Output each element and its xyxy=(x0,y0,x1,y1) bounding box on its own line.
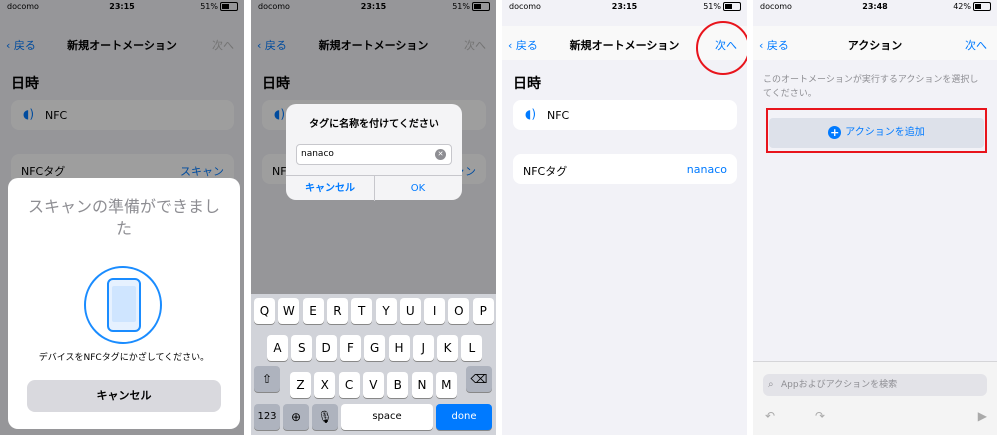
backspace-key[interactable]: ⌫ xyxy=(466,366,492,392)
search-icon: ⌕ xyxy=(768,379,774,390)
key-o[interactable]: O xyxy=(448,298,470,324)
alert-cancel-button[interactable]: キャンセル xyxy=(286,176,375,201)
key-i[interactable]: I xyxy=(424,298,446,324)
alert-button-row: キャンセル OK xyxy=(286,175,462,201)
key-z[interactable]: Z xyxy=(290,372,311,398)
keyboard: QWERTYUIOP ASDFGHJKL ZXCVBNM ⇧ ⌫ 123 ⊕ 🎙 s… xyxy=(251,294,496,435)
nfc-tag-cell[interactable]: NFCタグ nanaco xyxy=(513,154,737,184)
key-l[interactable]: L xyxy=(461,335,483,361)
page-title: アクション xyxy=(847,39,903,52)
key-u[interactable]: U xyxy=(399,298,421,324)
nfc-trigger-cell[interactable]: ◖) NFC xyxy=(513,100,737,130)
key-f[interactable]: F xyxy=(339,335,361,361)
key-n[interactable]: N xyxy=(411,372,433,398)
nfc-tag-label: NFCタグ xyxy=(523,165,568,178)
screen-actions: docomo 23:48 42% ‹ 戻る アクション 次へ このオートメーショ… xyxy=(753,0,997,435)
key-x[interactable]: X xyxy=(314,372,336,398)
tag-name-value: nanaco xyxy=(301,149,334,159)
key-r[interactable]: R xyxy=(326,298,348,324)
battery-icon xyxy=(723,2,741,11)
space-key[interactable]: space xyxy=(341,404,433,430)
key-j[interactable]: J xyxy=(412,335,434,361)
key-e[interactable]: E xyxy=(302,298,324,324)
name-alert: タグに名称を付けてください nanaco ✕ キャンセル OK xyxy=(286,104,462,201)
scan-heading: スキャンの準備ができました xyxy=(27,197,220,238)
scan-hint: デバイスをNFCタグにかざしてください。 xyxy=(38,353,210,363)
tag-name-input[interactable]: nanaco ✕ xyxy=(296,144,452,165)
search-placeholder: Appおよびアクションを検索 xyxy=(781,380,898,390)
key-a[interactable]: A xyxy=(267,335,288,361)
done-key[interactable]: done xyxy=(436,404,492,430)
key-q[interactable]: Q xyxy=(254,298,275,324)
nfc-label: NFC xyxy=(547,109,570,122)
key-c[interactable]: C xyxy=(338,372,360,398)
shift-key[interactable]: ⇧ xyxy=(254,366,280,392)
alert-title: タグに名称を付けてください xyxy=(309,119,439,130)
key-b[interactable]: B xyxy=(387,372,409,398)
key-h[interactable]: H xyxy=(388,335,410,361)
key-w[interactable]: W xyxy=(278,298,300,324)
section-heading: 日時 xyxy=(513,76,541,92)
cancel-button[interactable]: キャンセル xyxy=(27,380,221,412)
status-bar: docomo 23:48 42% xyxy=(753,0,997,14)
screen-name-tag: docomo 23:15 51% ‹ 戻る 新規オートメーション 次へ 日時 ◖… xyxy=(251,0,496,435)
play-icon[interactable]: ▶ xyxy=(978,409,987,423)
battery-indicator: 51% xyxy=(703,2,741,11)
battery-indicator: 42% xyxy=(953,2,991,11)
actions-description: このオートメーションが実行するアクションを選択してください。 xyxy=(763,75,979,99)
key-y[interactable]: Y xyxy=(375,298,397,324)
phone-scan-icon xyxy=(84,266,162,344)
nav-bar: ‹ 戻る アクション 次へ xyxy=(753,26,997,60)
globe-icon[interactable]: ⊕ xyxy=(283,404,309,430)
alert-ok-button[interactable]: OK xyxy=(374,176,462,201)
key-m[interactable]: M xyxy=(435,372,457,398)
key-s[interactable]: S xyxy=(291,335,313,361)
key-g[interactable]: G xyxy=(364,335,386,361)
add-action-highlight-box xyxy=(766,108,987,153)
status-bar: docomo 23:15 51% xyxy=(502,0,747,14)
key-d[interactable]: D xyxy=(315,335,337,361)
nfc-icon: ◖) xyxy=(525,107,537,121)
action-search-bar: ⌕ Appおよびアクションを検索 ↶ ↷ ▶ xyxy=(753,361,997,435)
key-v[interactable]: V xyxy=(362,372,384,398)
scan-sheet: スキャンの準備ができました デバイスをNFCタグにかざしてください。 キャンセル xyxy=(8,178,240,429)
key-t[interactable]: T xyxy=(351,298,373,324)
battery-percent: 42% xyxy=(953,2,971,11)
battery-percent: 51% xyxy=(703,2,721,11)
redo-icon[interactable]: ↷ xyxy=(815,409,825,423)
screen-tag-set: docomo 23:15 51% ‹ 戻る 新規オートメーション 次へ 日時 ◖… xyxy=(502,0,747,435)
next-button[interactable]: 次へ xyxy=(965,37,987,53)
search-input[interactable]: ⌕ Appおよびアクションを検索 xyxy=(763,374,987,396)
mic-icon[interactable]: 🎙 xyxy=(312,404,338,430)
numbers-key[interactable]: 123 xyxy=(254,404,280,430)
next-highlight-circle xyxy=(696,21,747,75)
nfc-tag-value: nanaco xyxy=(686,163,727,176)
battery-icon xyxy=(973,2,991,11)
key-k[interactable]: K xyxy=(437,335,459,361)
undo-icon[interactable]: ↶ xyxy=(765,409,775,423)
key-p[interactable]: P xyxy=(472,298,494,324)
screen-scan-ready: docomo 23:15 51% ‹ 戻る 新規オートメーション 次へ 日時 ◖… xyxy=(0,0,244,435)
clear-icon[interactable]: ✕ xyxy=(435,149,446,160)
device-icon xyxy=(107,278,141,332)
